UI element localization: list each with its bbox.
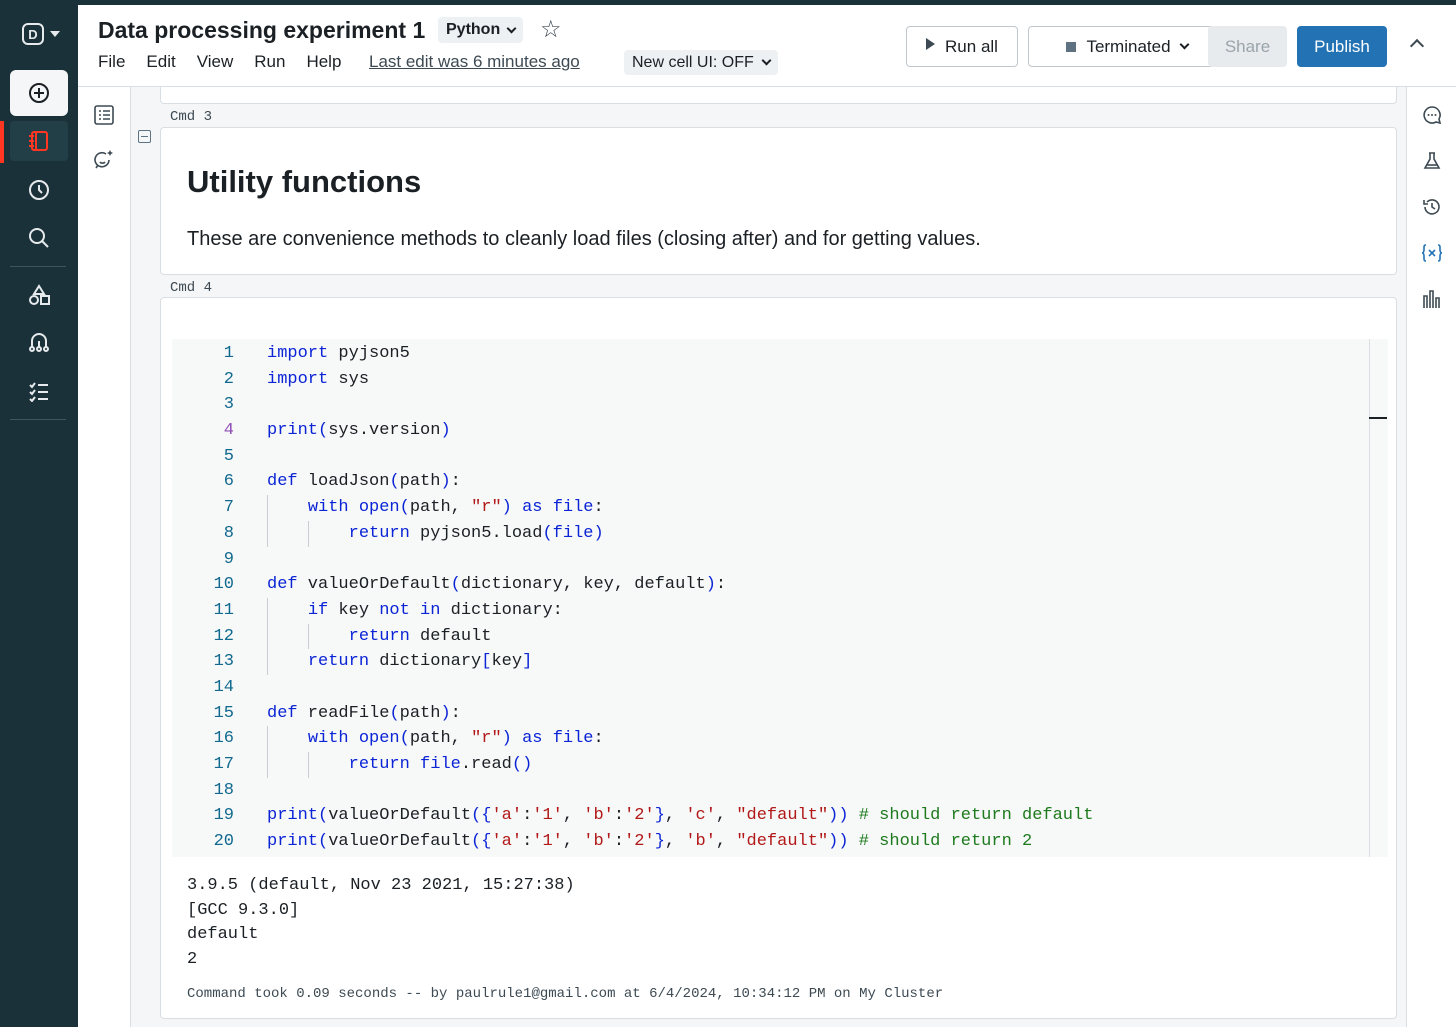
chevron-down-icon <box>1179 39 1189 50</box>
rail-divider <box>10 266 66 267</box>
code-text: return default <box>348 626 492 646</box>
stop-icon <box>1066 41 1077 52</box>
line-number: 3 <box>223 395 234 415</box>
line-number: 12 <box>213 626 234 646</box>
plus-circle-icon <box>29 83 49 103</box>
cluster-status-label: Terminated <box>1086 36 1171 56</box>
right-panel <box>1406 87 1456 1027</box>
new-button[interactable] <box>10 70 68 116</box>
revision-history-icon[interactable] <box>1420 195 1444 219</box>
code-text: def valueOrDefault(dictionary, key, defa… <box>267 575 727 595</box>
new-cell-ui-label: New cell UI: OFF <box>632 53 754 71</box>
notebook-header: Data processing experiment 1 Python ☆ Fi… <box>78 5 1456 87</box>
menu-edit[interactable]: Edit <box>146 52 175 72</box>
chevron-down-icon <box>761 55 772 66</box>
line-number: 18 <box>213 780 234 800</box>
line-number: 20 <box>213 832 234 852</box>
compute-icon[interactable] <box>10 371 68 411</box>
workflows-icon[interactable] <box>10 323 68 363</box>
command-took-text: Command took 0.09 seconds -- by paulrule… <box>187 986 944 1002</box>
data-profile-icon[interactable] <box>1420 287 1444 311</box>
new-cell-ui-toggle[interactable]: New cell UI: OFF <box>624 50 778 75</box>
play-icon <box>926 37 936 50</box>
line-number: 6 <box>223 472 234 492</box>
code-text: print(sys.version) <box>267 421 451 441</box>
code-text: if key not in dictionary: <box>307 600 563 620</box>
cell-label: Cmd 4 <box>170 280 213 296</box>
line-number: 2 <box>223 369 234 389</box>
line-number: 14 <box>213 677 234 697</box>
line-number: 4 <box>223 421 234 441</box>
line-number: 13 <box>213 652 234 672</box>
language-selector[interactable]: Python <box>438 17 524 43</box>
code-text: return dictionary[key] <box>307 652 533 672</box>
menu-run[interactable]: Run <box>254 52 285 72</box>
publish-button[interactable]: Publish <box>1297 26 1387 67</box>
language-label: Python <box>446 21 501 38</box>
left-nav-rail: D <box>0 5 78 1027</box>
line-number: 10 <box>213 575 234 595</box>
left-panel <box>78 87 131 1027</box>
line-number: 8 <box>223 523 234 543</box>
code-text: return file.read() <box>348 755 533 774</box>
last-edit-link[interactable]: Last edit was 6 minutes ago <box>369 52 580 72</box>
previous-cell[interactable] <box>160 87 1397 104</box>
scroll-marker <box>1369 417 1387 419</box>
cell-output: 3.9.5 (default, Nov 23 2021, 15:27:38) [… <box>187 876 575 969</box>
line-number: 17 <box>213 755 234 774</box>
table-of-contents-icon[interactable] <box>92 103 116 127</box>
catalog-icon[interactable] <box>10 275 68 315</box>
line-number: 5 <box>223 446 234 466</box>
code-text: return pyjson5.load(file) <box>348 523 604 543</box>
code-text: import sys <box>267 369 370 389</box>
notebook-title[interactable]: Data processing experiment 1 <box>98 17 425 44</box>
rail-divider <box>10 419 66 420</box>
code-text: with open(path, "r") as file: <box>307 498 604 518</box>
comments-icon[interactable] <box>1420 103 1444 127</box>
code-text: def loadJson(path): <box>267 472 461 492</box>
cell-label: Cmd 3 <box>170 109 213 125</box>
line-number: 16 <box>213 729 234 749</box>
line-number: 19 <box>213 806 234 826</box>
assistant-icon[interactable] <box>92 148 116 172</box>
code-text: print(valueOrDefault({'a':'1', 'b':'2'},… <box>267 832 1033 852</box>
share-button[interactable]: Share <box>1208 26 1287 67</box>
line-number: 9 <box>223 549 234 569</box>
variables-icon[interactable] <box>1420 241 1444 265</box>
line-number: 11 <box>213 600 234 620</box>
run-all-button[interactable]: Run all <box>906 26 1018 67</box>
code-text: def readFile(path): <box>267 703 461 723</box>
code-editor[interactable]: 1 import pyjson5 2 import sys 3 4 print(sys.ve… <box>172 339 1388 857</box>
experiments-icon[interactable] <box>1420 149 1444 173</box>
markdown-cell[interactable]: Utility functions These are convenience … <box>160 127 1397 275</box>
line-number: 1 <box>223 344 234 363</box>
notebook-canvas: Cmd 3 Utility functions These are conven… <box>131 87 1406 1027</box>
menu-bar: File Edit View Run Help <box>98 52 341 72</box>
code-text: print(valueOrDefault({'a':'1', 'b':'2'},… <box>267 806 1094 826</box>
markdown-text: These are convenience methods to cleanly… <box>187 228 981 250</box>
search-icon[interactable] <box>10 218 68 258</box>
star-icon[interactable]: ☆ <box>540 15 562 44</box>
cluster-selector[interactable]: Terminated <box>1028 26 1226 67</box>
menu-help[interactable]: Help <box>306 52 341 72</box>
code-text: import pyjson5 <box>267 344 410 363</box>
menu-file[interactable]: File <box>98 52 125 72</box>
chevron-up-icon[interactable] <box>1409 38 1425 54</box>
markdown-heading: Utility functions <box>187 164 422 199</box>
line-number: 15 <box>213 703 234 723</box>
active-indicator <box>0 121 4 163</box>
code-text: with open(path, "r") as file: <box>307 729 604 749</box>
chevron-down-icon <box>506 23 517 33</box>
workspace-icon[interactable] <box>10 121 68 161</box>
run-all-label: Run all <box>945 36 998 56</box>
recents-icon[interactable] <box>10 170 68 210</box>
collapse-cell-icon[interactable] <box>138 130 151 143</box>
code-cell[interactable]: 1 import pyjson5 2 import sys 3 4 print(sys.ve… <box>160 297 1397 1019</box>
menu-view[interactable]: View <box>197 52 234 72</box>
databricks-logo-icon[interactable]: D <box>22 21 68 47</box>
line-number: 7 <box>223 498 234 518</box>
